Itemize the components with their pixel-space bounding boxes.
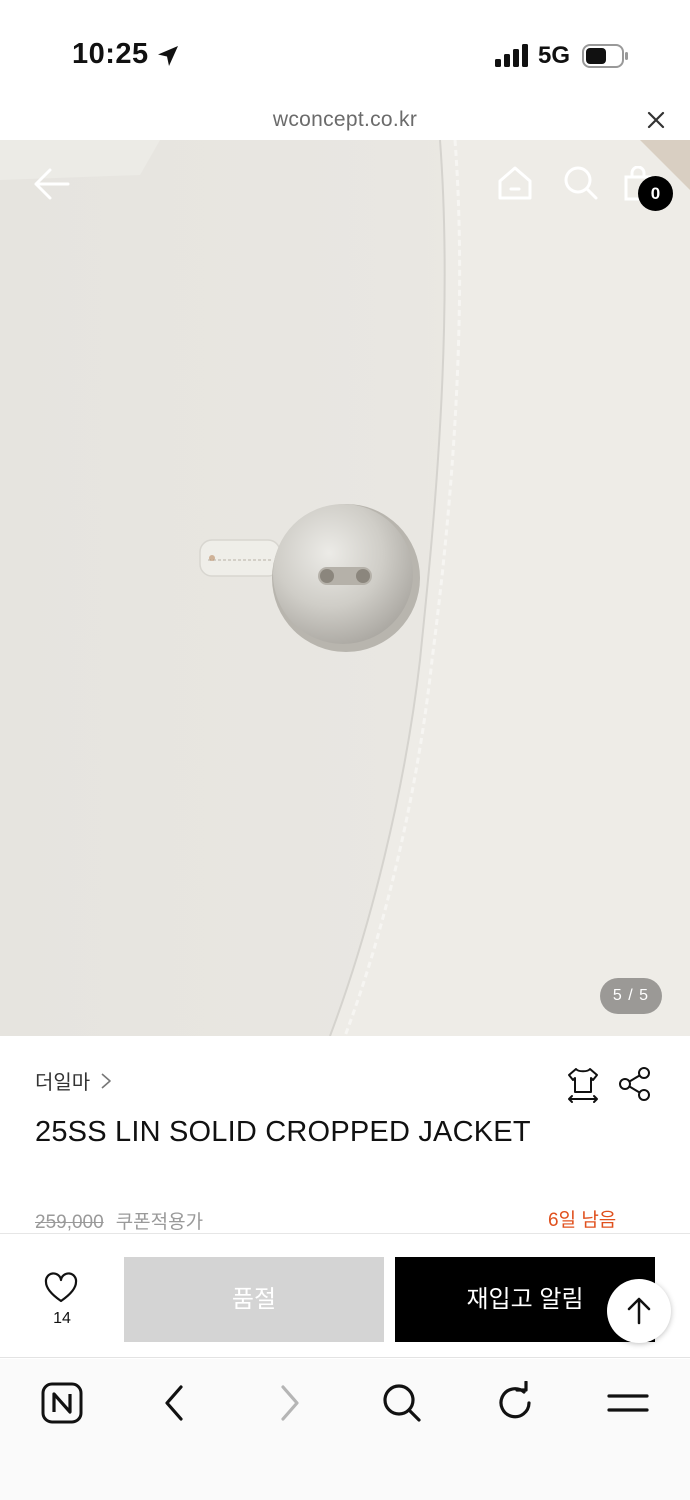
cellular-signal-icon [495,44,528,67]
share-icon[interactable] [618,1066,652,1102]
url-bar: wconcept.co.kr [0,100,690,140]
like-count: 14 [53,1310,71,1327]
gallery-page-indicator: 5 / 5 [600,978,662,1014]
naver-home-icon[interactable] [40,1381,84,1425]
back-arrow-icon[interactable] [32,166,72,202]
status-bar: 10:25 5G [0,0,690,100]
coupon-price-label: 쿠폰적용가 [115,1212,204,1233]
search-icon[interactable] [562,164,600,202]
product-photo [0,140,690,1036]
product-image-gallery[interactable] [0,140,690,1036]
network-label: 5G [538,42,571,69]
scroll-to-top-button[interactable] [607,1279,671,1343]
url-text[interactable]: wconcept.co.kr [0,108,690,132]
close-icon[interactable] [645,109,667,131]
home-icon[interactable] [496,164,534,202]
chevron-right-icon [101,1072,112,1089]
original-price: 259,000 [35,1212,104,1233]
price-row: 259,000 쿠폰적용가 [35,1207,203,1234]
browser-search-icon[interactable] [380,1381,424,1425]
purchase-bar: 14 품절 재입고 알림 [0,1233,690,1358]
browser-forward-icon[interactable] [267,1381,311,1425]
time-remaining-label: 6일 남음 [548,1210,617,1231]
brand-link[interactable]: 더일마 [35,1066,114,1095]
cart-count-badge[interactable]: 0 [638,176,673,211]
product-header-nav [0,140,690,230]
location-arrow-icon [158,46,178,66]
product-title: 25SS LIN SOLID CROPPED JACKET [35,1116,531,1148]
battery-icon [582,44,628,68]
menu-icon[interactable] [606,1381,650,1425]
heart-icon [44,1272,78,1303]
soldout-button[interactable]: 품절 [124,1257,384,1342]
brand-name[interactable]: 더일마 [35,1066,90,1095]
status-time: 10:25 [72,38,149,70]
size-guide-icon[interactable] [566,1066,600,1104]
refresh-icon[interactable] [493,1381,537,1425]
browser-back-icon[interactable] [153,1381,197,1425]
arrow-up-icon [627,1297,651,1325]
browser-toolbar [0,1359,690,1500]
like-button[interactable]: 14 [40,1272,86,1332]
